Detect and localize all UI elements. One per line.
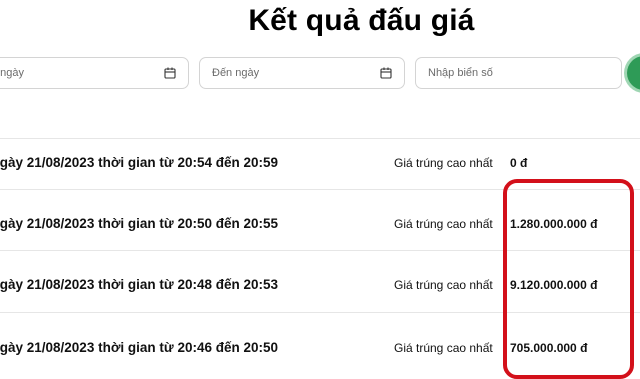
price-label: Giá trúng cao nhất [394,341,493,355]
price-label: Giá trúng cao nhất [394,156,493,170]
result-row[interactable]: Ngày 21/08/2023 thời gian từ 20:54 đến 2… [0,153,640,173]
calendar-icon[interactable] [164,67,176,79]
winning-price: 0 đ [510,156,528,170]
from-date-placeholder: Từ ngày [0,67,24,79]
price-label: Giá trúng cao nhất [394,278,493,292]
auction-time: Ngày 21/08/2023 thời gian từ 20:50 đến 2… [0,216,279,231]
search-button[interactable] [627,56,640,90]
price-highlight-box [503,179,634,379]
page-title: Kết quả đấu giá [248,4,475,37]
auction-time: Ngày 21/08/2023 thời gian từ 20:54 đến 2… [0,155,279,170]
auction-time: Ngày 21/08/2023 thời gian từ 20:46 đến 2… [0,340,279,355]
auction-time: Ngày 21/08/2023 thời gian từ 20:48 đến 2… [0,277,279,292]
to-date-placeholder: Đến ngày [212,67,260,79]
plate-number-placeholder: Nhập biển số [428,67,493,79]
plate-number-input[interactable]: Nhập biển số [415,57,622,89]
calendar-icon[interactable] [380,67,392,79]
to-date-field[interactable]: Đến ngày [199,57,405,89]
price-label: Giá trúng cao nhất [394,217,493,231]
from-date-field[interactable]: Từ ngày [0,57,189,89]
divider [0,138,640,139]
